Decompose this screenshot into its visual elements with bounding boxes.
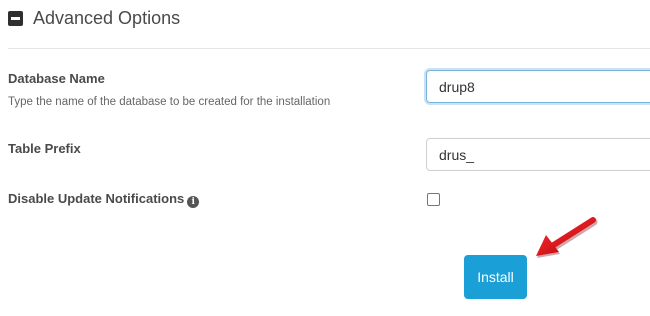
- database-name-label: Database Name: [8, 71, 105, 86]
- database-name-help: Type the name of the database to be crea…: [8, 96, 331, 108]
- minus-square-icon[interactable]: [8, 10, 23, 26]
- red-arrow-icon: [536, 217, 598, 258]
- install-button[interactable]: Install: [464, 255, 527, 299]
- database-name-input[interactable]: [426, 70, 650, 103]
- disable-updates-label-text: Disable Update Notifications: [8, 191, 185, 206]
- table-prefix-label: Table Prefix: [8, 141, 81, 156]
- info-circle-icon[interactable]: i: [187, 196, 200, 208]
- section-header[interactable]: Advanced Options: [8, 6, 180, 30]
- table-prefix-input[interactable]: [426, 138, 650, 171]
- disable-updates-checkbox[interactable]: [427, 193, 440, 206]
- section-title: Advanced Options: [33, 7, 181, 28]
- section-divider: [8, 48, 650, 49]
- disable-updates-label: Disable Update Notifications i: [8, 191, 200, 208]
- advanced-options-panel: Advanced Options Database Name Type the …: [0, 0, 650, 316]
